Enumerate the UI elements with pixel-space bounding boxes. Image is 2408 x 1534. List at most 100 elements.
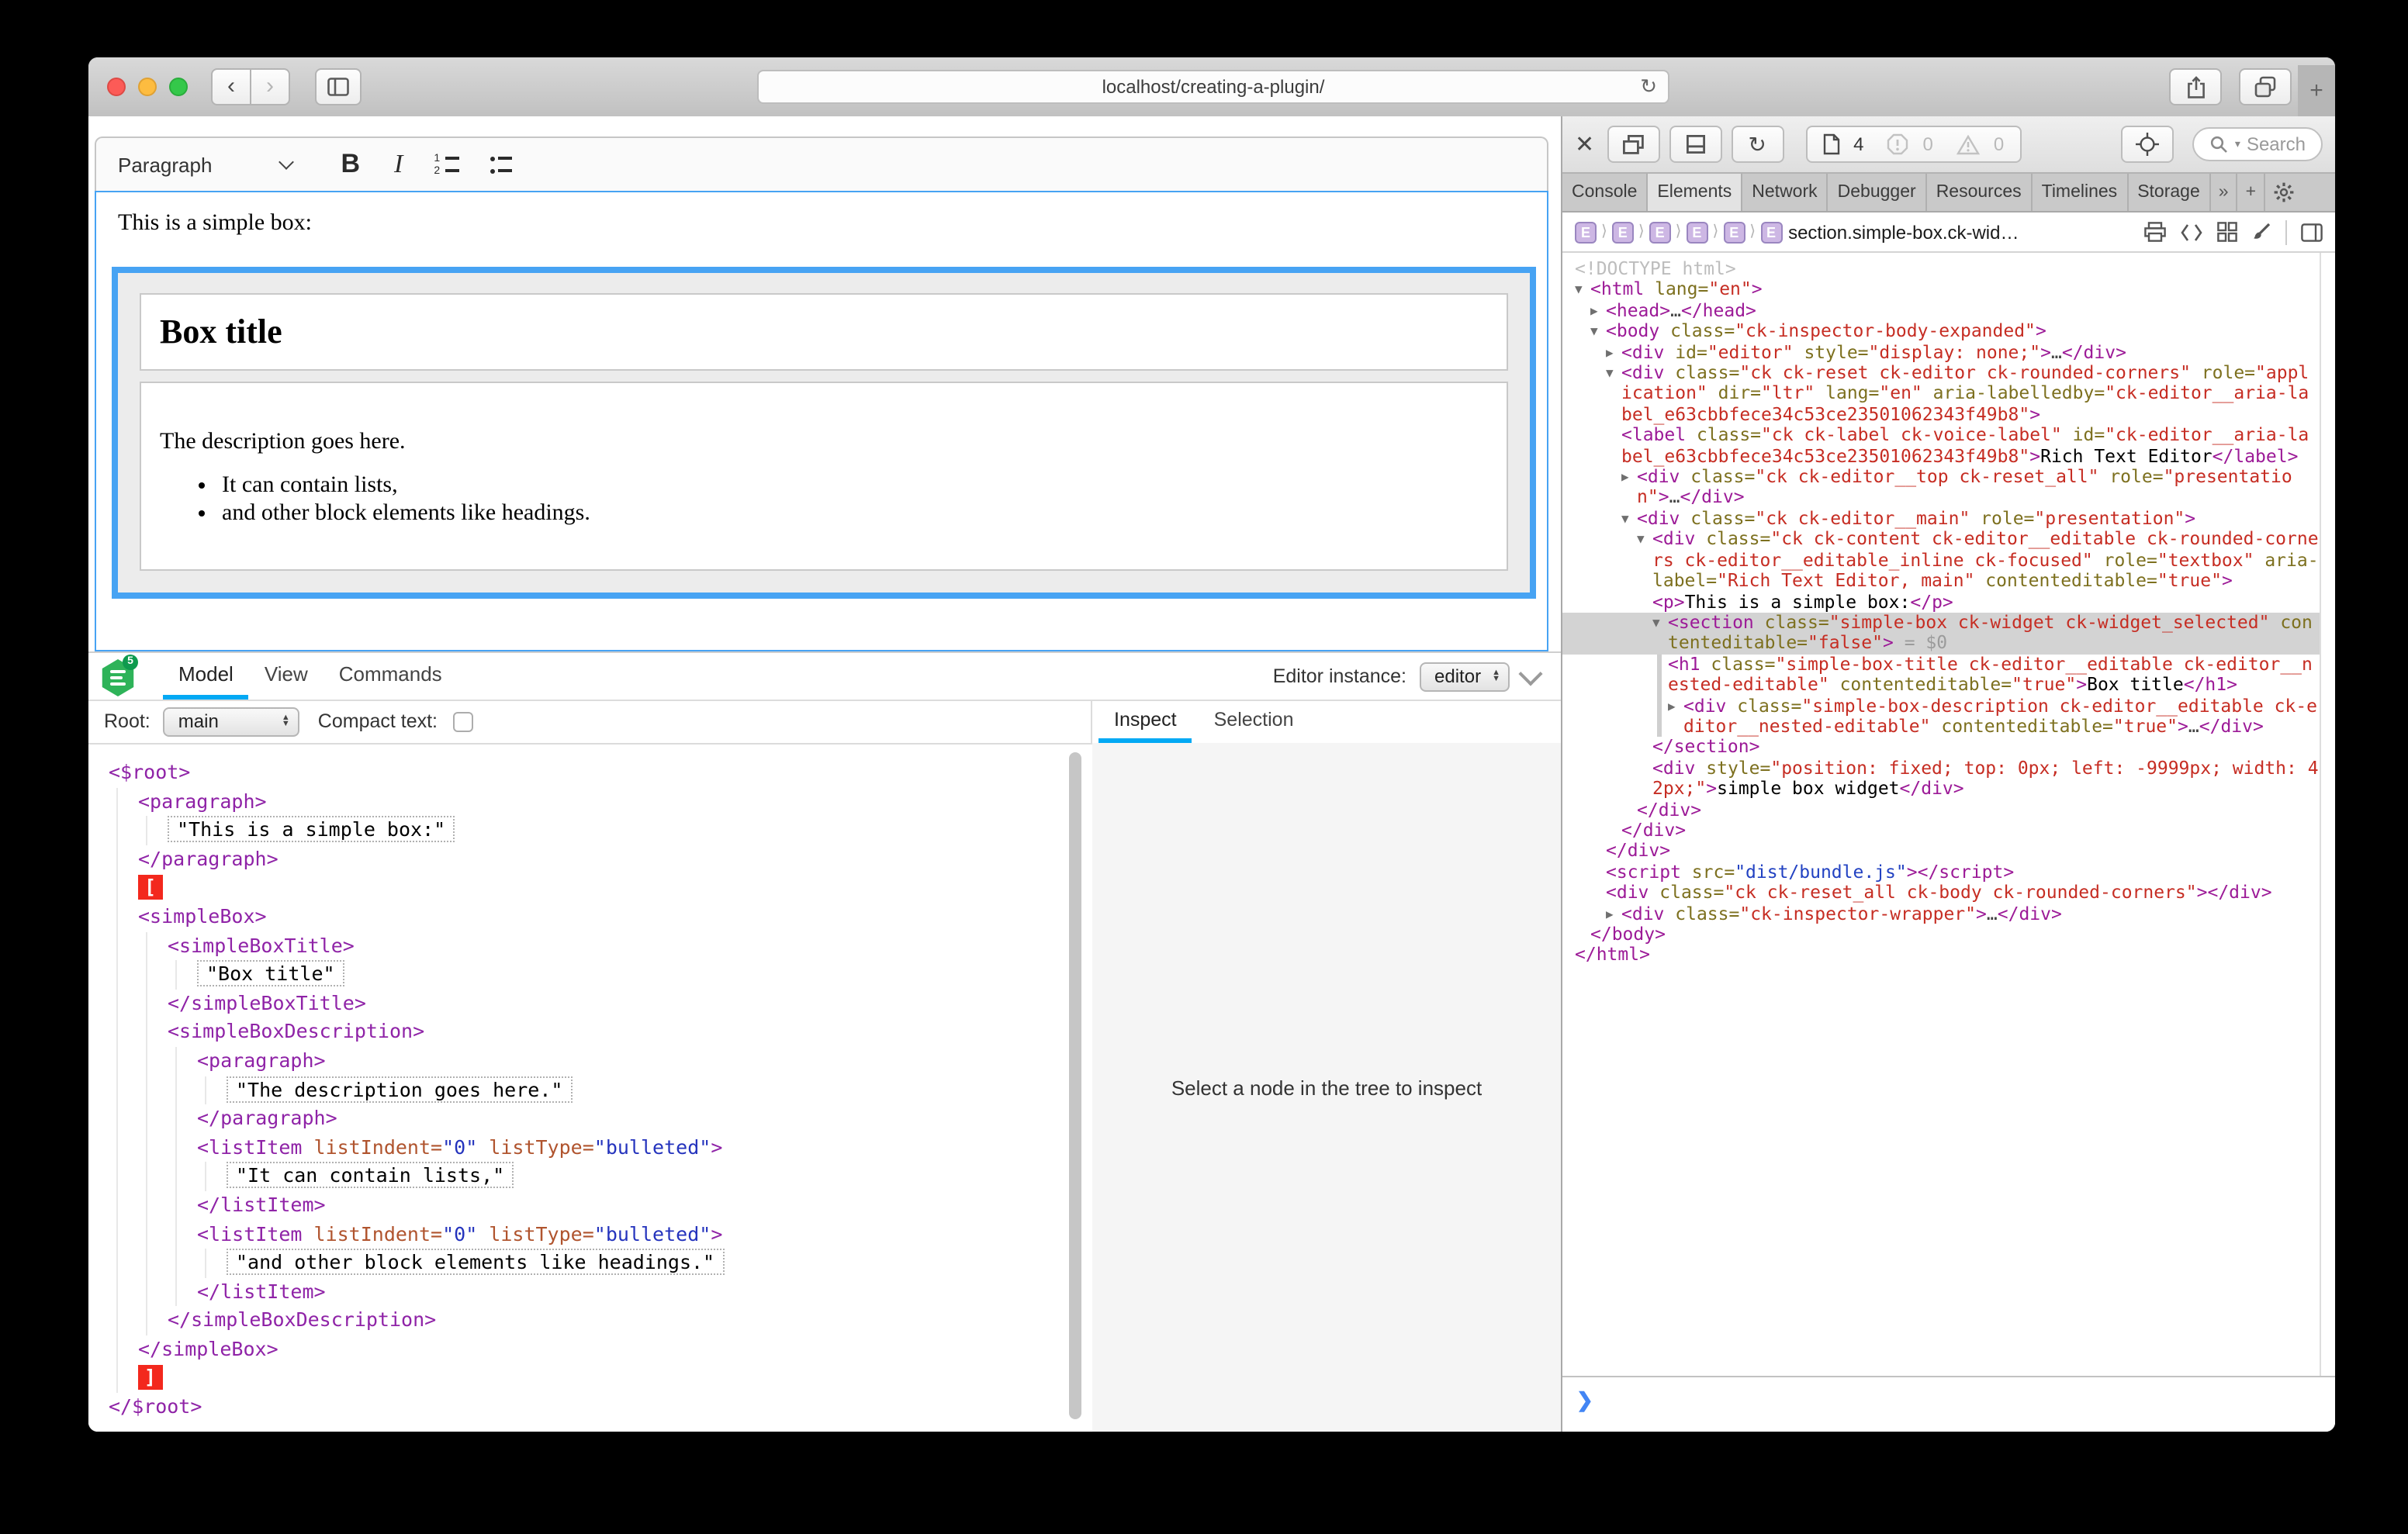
devtools-scrollbar[interactable]: [2320, 253, 2335, 1377]
model-tree-row[interactable]: <simpleBoxDescription>: [88, 1018, 1091, 1047]
dom-tree-row[interactable]: </div>: [1562, 800, 2320, 821]
expanded-arrow-icon[interactable]: ▼: [1637, 530, 1645, 551]
dom-tree-row[interactable]: <h1 class="simple-box-title ck-editor__e…: [1562, 654, 2320, 696]
tab-commands[interactable]: Commands: [323, 653, 458, 700]
dom-tree-row[interactable]: ▼<div class="ck ck-reset ck-editor ck-ro…: [1562, 363, 2320, 425]
model-tree-row[interactable]: "It can contain lists,": [88, 1163, 1091, 1191]
reload-page-button[interactable]: ↻: [1731, 126, 1784, 163]
model-tree-row[interactable]: "The description goes here.": [88, 1076, 1091, 1104]
tab-elements[interactable]: Elements: [1648, 174, 1742, 211]
model-tree-row[interactable]: </listItem>: [88, 1191, 1091, 1220]
collapsed-arrow-icon[interactable]: ▶: [1606, 903, 1614, 924]
model-tree-row[interactable]: <paragraph>: [88, 1047, 1091, 1076]
show-source-icon[interactable]: [2180, 223, 2203, 241]
dom-tree-row[interactable]: ▶<div class="ck ck-editor__top ck-reset_…: [1562, 467, 2320, 509]
dom-tree-row[interactable]: </html>: [1562, 945, 2320, 966]
bold-button[interactable]: B: [341, 149, 360, 180]
rich-text-editor[interactable]: This is a simple box: Box title The desc…: [95, 191, 1548, 651]
model-tree-row[interactable]: <$root>: [88, 758, 1091, 787]
dom-tree-row[interactable]: <div class="ck ck-reset_all ck-body ck-r…: [1562, 883, 2320, 903]
bulleted-list-button[interactable]: [490, 154, 511, 174]
expanded-arrow-icon[interactable]: ▼: [1590, 321, 1598, 342]
tab-console[interactable]: Console: [1562, 174, 1648, 211]
model-tree-row[interactable]: <simpleBoxTitle>: [88, 931, 1091, 960]
compact-text-checkbox[interactable]: [453, 711, 473, 731]
tab-view[interactable]: View: [249, 653, 323, 700]
dom-tree-row[interactable]: ▼<div class="ck ck-editor__main" role="p…: [1562, 509, 2320, 530]
tab-debugger[interactable]: Debugger: [1828, 174, 1927, 211]
expanded-arrow-icon[interactable]: ▼: [1575, 280, 1583, 301]
close-window-button[interactable]: [107, 78, 126, 96]
sidebar-toggle-button[interactable]: [315, 68, 362, 105]
breadcrumb-element-badge[interactable]: E: [1760, 221, 1782, 243]
model-tree-row[interactable]: </$root>: [88, 1393, 1091, 1422]
back-button[interactable]: ‹: [211, 68, 251, 105]
new-tab-button[interactable]: +: [2298, 65, 2335, 116]
add-tab-button[interactable]: +: [2238, 174, 2265, 211]
dom-tree-row-selected[interactable]: ▼<section class="simple-box ck-widget ck…: [1562, 613, 2320, 655]
italic-button[interactable]: I: [394, 149, 403, 180]
collapsed-arrow-icon[interactable]: ▶: [1606, 342, 1614, 363]
dom-tree-row[interactable]: ▶<head>…</head>: [1562, 301, 2320, 322]
print-styles-icon[interactable]: [2144, 222, 2166, 242]
model-tree-row[interactable]: [: [88, 874, 1091, 903]
layout-grid-icon[interactable]: [2217, 222, 2237, 242]
model-tree-row[interactable]: <listItem listIndent="0" listType="bulle…: [88, 1133, 1091, 1162]
resource-status-group[interactable]: 4 0 0: [1805, 126, 2021, 163]
numbered-list-button[interactable]: 1 2: [434, 154, 458, 174]
dom-tree-row[interactable]: ▶<div class="ck-inspector-wrapper">…</di…: [1562, 903, 2320, 924]
model-tree-row[interactable]: </simpleBoxDescription>: [88, 1307, 1091, 1335]
dom-tree-row[interactable]: <div style="position: fixed; top: 0px; l…: [1562, 758, 2320, 800]
model-tree-scrollbar[interactable]: [1069, 752, 1081, 1419]
model-tree-row[interactable]: ]: [88, 1364, 1091, 1393]
root-select[interactable]: main ▲▼: [163, 707, 299, 736]
model-tree-row[interactable]: <listItem listIndent="0" listType="bulle…: [88, 1220, 1091, 1249]
more-tabs-button[interactable]: »: [2211, 174, 2238, 211]
paintbrush-icon[interactable]: [2251, 222, 2271, 242]
close-inspector-button[interactable]: ✕: [1575, 130, 1594, 158]
tab-overview-button[interactable]: [2239, 68, 2292, 105]
tab-model[interactable]: Model: [163, 653, 249, 700]
share-button[interactable]: [2169, 68, 2222, 105]
model-tree-row[interactable]: "Box title": [88, 960, 1091, 989]
model-tree-row[interactable]: <simpleBox>: [88, 903, 1091, 931]
model-tree-row[interactable]: "and other block elements like headings.…: [88, 1249, 1091, 1277]
simple-box-widget[interactable]: Box title The description goes here. It …: [112, 267, 1536, 599]
breadcrumb-element-badge[interactable]: E: [1686, 221, 1707, 243]
breadcrumb-element-badge[interactable]: E: [1649, 221, 1671, 243]
model-tree-row[interactable]: </listItem>: [88, 1277, 1091, 1306]
dom-tree-row[interactable]: <p>This is a simple box:</p>: [1562, 592, 2320, 613]
search-input[interactable]: ▾ Search: [2193, 127, 2323, 161]
dom-tree-row[interactable]: </div>: [1562, 821, 2320, 841]
block-format-dropdown[interactable]: Paragraph: [118, 153, 212, 176]
dom-tree-row[interactable]: <!DOCTYPE html>: [1562, 259, 2320, 280]
tab-storage[interactable]: Storage: [2128, 174, 2211, 211]
breadcrumb-element-badge[interactable]: E: [1723, 221, 1745, 243]
intro-paragraph[interactable]: This is a simple box:: [118, 211, 312, 237]
model-tree-row[interactable]: </paragraph>: [88, 1104, 1091, 1133]
tab-resources[interactable]: Resources: [1927, 174, 2033, 211]
dom-tree-row[interactable]: <label class="ck ck-label ck-voice-label…: [1562, 426, 2320, 468]
model-tree-row[interactable]: </simpleBox>: [88, 1335, 1091, 1364]
tab-timelines[interactable]: Timelines: [2033, 174, 2129, 211]
minimize-window-button[interactable]: [138, 78, 157, 96]
tab-selection[interactable]: Selection: [1199, 700, 1310, 743]
detach-button[interactable]: [1607, 126, 1659, 163]
dock-bottom-button[interactable]: [1669, 126, 1721, 163]
settings-gear-button[interactable]: [2265, 174, 2302, 211]
simple-box-description-field[interactable]: The description goes here. It can contai…: [140, 382, 1508, 571]
dom-tree-row[interactable]: ▼<html lang="en">: [1562, 280, 2320, 301]
collapse-chevron-icon[interactable]: [1518, 661, 1542, 685]
details-sidebar-toggle-icon[interactable]: [2301, 223, 2323, 241]
tab-network[interactable]: Network: [1742, 174, 1828, 211]
editor-instance-select[interactable]: editor ▲▼: [1419, 662, 1510, 691]
dom-tree-row[interactable]: </body>: [1562, 924, 2320, 945]
breadcrumb-element-badge[interactable]: E: [1612, 221, 1634, 243]
dom-tree-row[interactable]: <script src="dist/bundle.js"></script>: [1562, 862, 2320, 883]
dom-tree-row[interactable]: ▼<div class="ck ck-content ck-editor__ed…: [1562, 530, 2320, 592]
expanded-arrow-icon[interactable]: ▼: [1606, 363, 1614, 384]
tab-inspect[interactable]: Inspect: [1098, 700, 1192, 743]
forward-button[interactable]: ›: [250, 68, 290, 105]
expanded-arrow-icon[interactable]: ▼: [1621, 509, 1629, 530]
address-bar[interactable]: localhost/creating-a-plugin/ ↻: [757, 70, 1669, 104]
